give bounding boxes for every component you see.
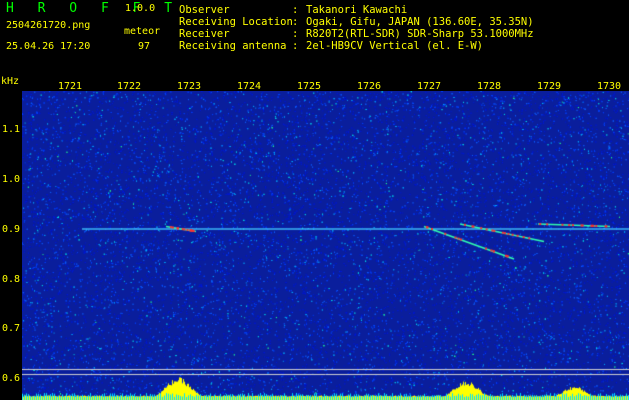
- event-label: meteor: [124, 26, 161, 37]
- meta-colon: :: [292, 16, 299, 28]
- meta-label-observer: Observer: [179, 4, 230, 16]
- y-tick-label: 0.8: [2, 274, 21, 285]
- meta-value-antenna: 2el-HB9CV Vertical (el. E-W): [306, 40, 484, 52]
- y-tick-label: 0.6: [2, 373, 21, 384]
- meta-label-antenna: Receiving antenna: [179, 40, 287, 52]
- y-tick-label: 0.9: [2, 224, 21, 235]
- meta-value-receiver: R820T2(RTL-SDR) SDR-Sharp 53.1000MHz: [306, 28, 534, 40]
- meta-colon: :: [292, 28, 299, 40]
- meta-colon: :: [292, 4, 299, 16]
- y-tick-label: 0.7: [2, 323, 21, 334]
- app-version: 1.0.0: [125, 3, 156, 14]
- y-axis-unit: kHz: [1, 76, 20, 87]
- meta-value-location: Ogaki, Gifu, JAPAN (136.60E, 35.35N): [306, 16, 534, 28]
- y-tick-label: 1.1: [2, 124, 21, 135]
- y-tick-label: 1.0: [2, 174, 21, 185]
- meta-label-receiver: Receiver: [179, 28, 230, 40]
- timestamp: 25.04.26 17:20: [6, 41, 91, 52]
- hrofft-screen: H R O F F T 1.0.0 2504261720.png meteor …: [0, 0, 629, 400]
- event-count: 97: [138, 41, 151, 52]
- spectrogram-waterfall: [22, 91, 629, 400]
- file-name: 2504261720.png: [6, 20, 91, 31]
- meta-value-observer: Takanori Kawachi: [306, 4, 408, 16]
- meta-label-location: Receiving Location: [179, 16, 293, 28]
- meta-colon: :: [292, 40, 299, 52]
